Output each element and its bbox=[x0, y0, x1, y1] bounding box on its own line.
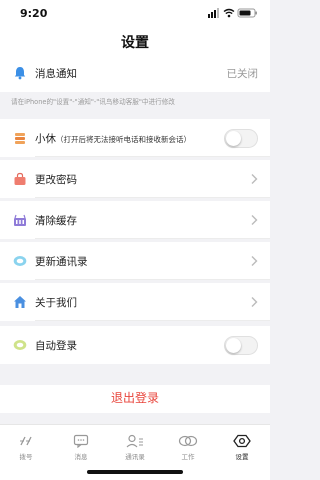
notification-label: 消息通知 bbox=[35, 68, 77, 80]
dialpad-icon bbox=[20, 436, 32, 446]
tab-work[interactable]: 工作 bbox=[168, 434, 208, 461]
message-icon bbox=[73, 434, 89, 448]
wifi-icon bbox=[223, 8, 235, 18]
chevron-right-icon bbox=[251, 215, 258, 225]
tab-contacts[interactable]: 通讯录 bbox=[115, 434, 155, 461]
auto-login-toggle[interactable] bbox=[224, 336, 258, 355]
settings-icon bbox=[233, 434, 251, 448]
work-icon bbox=[178, 435, 198, 447]
logout-button[interactable]: 退出登录 bbox=[0, 385, 270, 413]
notification-row[interactable]: 消息通知 已关闭 bbox=[0, 54, 270, 92]
nav-bar: 设置 bbox=[0, 26, 270, 54]
battery-icon bbox=[237, 8, 257, 18]
change-password-label: 更改密码 bbox=[35, 174, 77, 186]
home-indicator bbox=[87, 470, 183, 474]
divider bbox=[35, 320, 270, 321]
page-title: 设置 bbox=[121, 35, 149, 51]
basket-icon bbox=[14, 214, 26, 226]
about-us-row[interactable]: 关于我们 bbox=[0, 283, 270, 321]
toggle-knob bbox=[226, 131, 241, 146]
divider bbox=[35, 238, 270, 239]
rest-row: 小休（打开后将无法接听电话和接收新会话） bbox=[0, 119, 270, 157]
tab-messages[interactable]: 消息 bbox=[61, 434, 101, 461]
chevron-right-icon bbox=[251, 174, 258, 184]
auto-login-row: 自动登录 bbox=[0, 326, 270, 364]
rest-note: （打开后将无法接听电话和接收新会话） bbox=[56, 135, 191, 144]
tab-label: 消息 bbox=[74, 453, 88, 461]
signal-icon bbox=[208, 8, 219, 18]
status-icons bbox=[208, 8, 257, 18]
rest-label: 小休（打开后将无法接听电话和接收新会话） bbox=[35, 133, 191, 145]
tab-settings[interactable]: 设置 bbox=[222, 434, 262, 461]
coffee-cup-icon bbox=[15, 133, 25, 144]
divider bbox=[35, 197, 270, 198]
rest-toggle[interactable] bbox=[224, 129, 258, 148]
divider bbox=[35, 279, 270, 280]
status-bar: 9:20 bbox=[0, 0, 270, 26]
bell-icon bbox=[14, 67, 26, 80]
update-contacts-label: 更新通讯录 bbox=[35, 256, 88, 268]
chevron-right-icon bbox=[251, 297, 258, 307]
clear-cache-label: 清除缓存 bbox=[35, 215, 77, 227]
status-time: 9:20 bbox=[20, 7, 48, 20]
chevron-right-icon bbox=[251, 256, 258, 266]
notification-status: 已关闭 bbox=[226, 68, 259, 80]
tab-label: 拨号 bbox=[19, 453, 33, 461]
toggle-knob bbox=[226, 338, 241, 353]
notification-hint: 请在iPhone的"设置"-"通知"-"讯鸟移动客服"中进行修改 bbox=[11, 98, 175, 106]
clear-cache-row[interactable]: 清除缓存 bbox=[0, 201, 270, 239]
tab-dial[interactable]: 拨号 bbox=[6, 434, 46, 461]
lock-bag-icon bbox=[14, 172, 26, 185]
change-password-row[interactable]: 更改密码 bbox=[0, 160, 270, 198]
about-us-label: 关于我们 bbox=[35, 297, 77, 309]
chat-bubble-icon bbox=[13, 256, 27, 266]
home-icon bbox=[14, 296, 26, 308]
auto-login-label: 自动登录 bbox=[35, 340, 77, 352]
tab-label: 通讯录 bbox=[125, 453, 145, 461]
contacts-icon bbox=[126, 434, 143, 448]
update-contacts-row[interactable]: 更新通讯录 bbox=[0, 242, 270, 280]
auto-login-icon bbox=[13, 340, 27, 350]
divider bbox=[35, 156, 270, 157]
tab-label: 工作 bbox=[181, 453, 195, 461]
tab-label: 设置 bbox=[235, 453, 249, 461]
